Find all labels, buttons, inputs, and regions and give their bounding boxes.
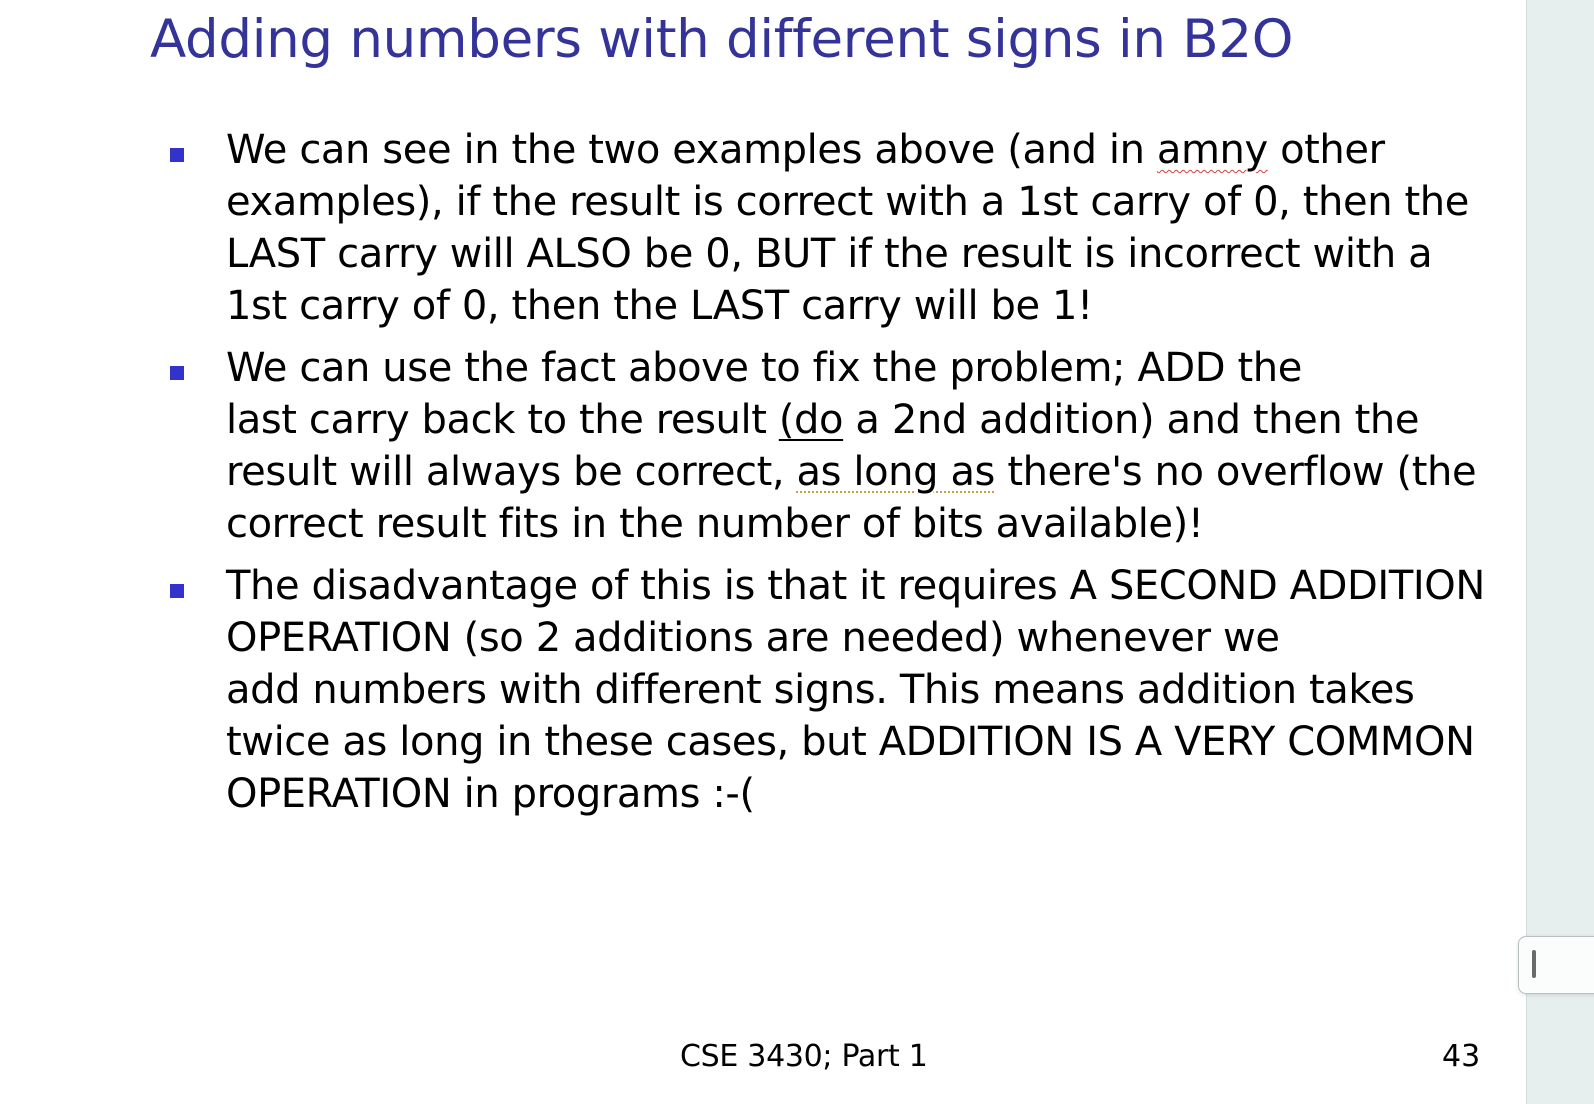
slide-page-number: 43 — [1442, 1039, 1481, 1074]
square-bullet-icon — [170, 584, 184, 598]
bullet-line: examples), if the result is correct with… — [226, 179, 1469, 225]
underlined-text: (do — [778, 397, 844, 443]
bullet-line: result will always be correct, as long a… — [226, 446, 1526, 498]
bullet-text: We can use the fact above to fix the pro… — [226, 342, 1526, 550]
misspelled-word[interactable]: amny — [1157, 127, 1268, 173]
bullet-text: The disadvantage of this is that it requ… — [226, 560, 1526, 820]
bullet-line: last carry back to the result (do a 2nd … — [226, 394, 1526, 446]
bullet-item: We can use the fact above to fix the pro… — [0, 342, 1552, 550]
text-run: We can see in the two examples above (an… — [226, 127, 1157, 173]
text-run: a 2nd addition) and then the — [843, 397, 1420, 443]
bullet-list: We can see in the two examples above (an… — [0, 124, 1552, 830]
footer-course-label: CSE 3430; Part 1 — [680, 1039, 928, 1074]
slide-title: Adding numbers with different signs in B… — [150, 9, 1294, 70]
splitter-grip-icon — [1532, 950, 1536, 978]
bullet-item: The disadvantage of this is that it requ… — [0, 560, 1552, 820]
bullet-line: The disadvantage of this is that it requ… — [226, 563, 1485, 609]
text-run: last carry back to the result — [226, 397, 779, 443]
bullet-line: We can see in the two examples above (an… — [226, 124, 1526, 176]
slide-canvas: Adding numbers with different signs in B… — [0, 0, 1552, 1104]
bullet-line: LAST carry will ALSO be 0, BUT if the re… — [226, 231, 1433, 277]
square-bullet-icon — [170, 148, 184, 162]
bullet-text: We can see in the two examples above (an… — [226, 124, 1526, 332]
text-run: there's no overflow (the — [995, 449, 1477, 495]
text-run: result will always be correct, — [226, 449, 797, 495]
bullet-line: We can use the fact above to fix the pro… — [226, 345, 1302, 391]
bullet-line: correct result fits in the number of bit… — [226, 501, 1204, 547]
grammar-flagged-text[interactable]: as long as — [797, 449, 996, 495]
bullet-line: 1st carry of 0, then the LAST carry will… — [226, 283, 1093, 329]
text-run: other — [1267, 127, 1385, 173]
bullet-item: We can see in the two examples above (an… — [0, 124, 1552, 332]
bullet-line: OPERATION (so 2 additions are needed) wh… — [226, 615, 1280, 661]
bullet-line: twice as long in these cases, but ADDITI… — [226, 719, 1475, 765]
bullet-line: add numbers with different signs. This m… — [226, 667, 1415, 713]
square-bullet-icon — [170, 366, 184, 380]
bullet-line: OPERATION in programs :-( — [226, 771, 755, 817]
panel-splitter-handle[interactable] — [1518, 936, 1594, 994]
